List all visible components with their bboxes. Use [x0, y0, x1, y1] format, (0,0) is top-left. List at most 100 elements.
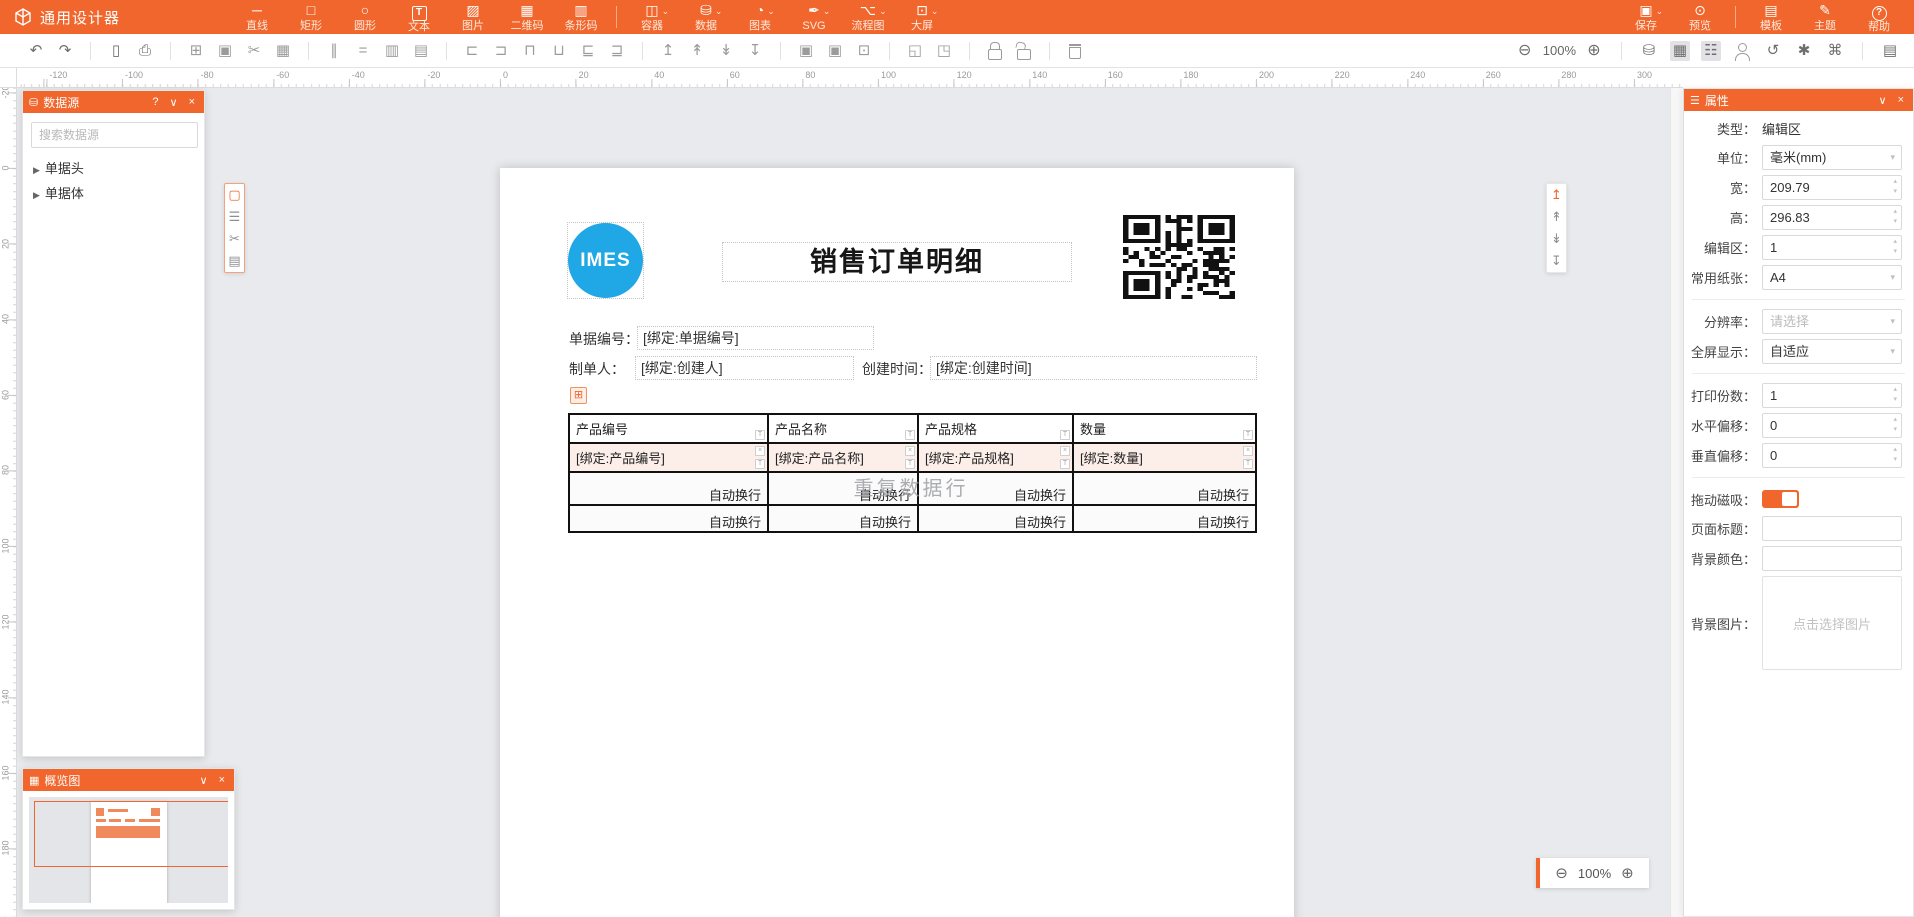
stepper-icons[interactable]: ▴▾: [1893, 445, 1897, 465]
align-bottom-icon[interactable]: ⊔: [549, 41, 569, 61]
datasource-search-input[interactable]: [31, 122, 198, 148]
tool-preview[interactable]: ⊙预览: [1673, 0, 1727, 34]
table-cell[interactable]: 自动换行: [768, 505, 918, 532]
undo-icon[interactable]: ↶: [26, 41, 46, 61]
print-icon[interactable]: ⎙: [135, 41, 155, 61]
datasource-item-1[interactable]: ▶单据头: [33, 157, 194, 182]
table-cell[interactable]: [绑定:产品名称]×T: [768, 443, 918, 472]
table-cell[interactable]: [绑定:数量]×T: [1073, 443, 1256, 472]
distribute-vertical-icon[interactable]: =: [353, 41, 373, 61]
table-cell[interactable]: 产品规格T: [918, 414, 1073, 443]
tool-flowchart[interactable]: ⌥⌄流程图: [841, 0, 895, 34]
table-cell[interactable]: 产品编号T: [569, 414, 768, 443]
table-cell[interactable]: 自动换行: [569, 505, 768, 532]
text-badge[interactable]: T: [1060, 459, 1070, 469]
move-down-icon[interactable]: ↡: [716, 41, 736, 61]
cut-icon[interactable]: ✂: [244, 41, 264, 61]
table-cell[interactable]: 自动换行: [918, 505, 1073, 532]
move-up-icon[interactable]: ↟: [687, 41, 707, 61]
page-up-icon[interactable]: ↟: [1551, 209, 1562, 225]
overlay-icon[interactable]: ⊡: [854, 41, 874, 61]
paste-icon[interactable]: ▦: [273, 41, 293, 61]
tree-caret-icon[interactable]: ▶: [33, 190, 40, 200]
unlock-icon[interactable]: [1014, 41, 1034, 61]
tool-template[interactable]: ▤模板: [1744, 0, 1798, 34]
tool-chart[interactable]: ◔⌄图表: [733, 0, 787, 34]
equal-width-icon[interactable]: ▥: [382, 41, 402, 61]
bring-to-front-icon[interactable]: ↥: [658, 41, 678, 61]
align-left-icon[interactable]: ⊏: [462, 41, 482, 61]
scroll-top-icon[interactable]: ↥: [1551, 187, 1562, 203]
text-badge[interactable]: T: [905, 459, 915, 469]
delete-badge[interactable]: ×: [1243, 446, 1253, 456]
field-bind-create-time[interactable]: [绑定:创建时间]: [930, 356, 1257, 380]
delete-badge[interactable]: ×: [755, 446, 765, 456]
tool-circle[interactable]: ○圆形: [338, 0, 392, 34]
delete-badge[interactable]: ×: [905, 446, 915, 456]
tool-qrcode[interactable]: ▦二维码: [500, 0, 554, 34]
zoom-out-icon[interactable]: ⊖: [1555, 864, 1568, 882]
collapse-icon[interactable]: ∨: [167, 96, 181, 109]
collapse-icon[interactable]: ∨: [197, 774, 211, 787]
user-icon[interactable]: [1732, 41, 1752, 61]
prop-select-fullscreen[interactable]: 自适应▾: [1762, 339, 1902, 364]
align-right-icon[interactable]: ⊐: [491, 41, 511, 61]
lock-icon[interactable]: [985, 41, 1005, 61]
tree-caret-icon[interactable]: ▶: [33, 165, 40, 175]
text-badge[interactable]: T: [1243, 430, 1253, 440]
datasource-item-2[interactable]: ▶单据体: [33, 182, 194, 207]
zoom-in-icon[interactable]: ⊕: [1584, 41, 1604, 61]
close-icon[interactable]: ×: [186, 96, 198, 108]
align-middle-icon[interactable]: ⊒: [607, 41, 627, 61]
table-cell[interactable]: 数量T: [1073, 414, 1256, 443]
text-badge[interactable]: T: [1060, 430, 1070, 440]
cut-icon[interactable]: ✂: [229, 231, 240, 247]
send-to-back-icon[interactable]: ↧: [745, 41, 765, 61]
prop-select-resolution[interactable]: 请选择▾: [1762, 309, 1902, 334]
prop-select-paper[interactable]: A4▾: [1762, 265, 1902, 290]
tool-save[interactable]: ▣⌄保存: [1619, 0, 1673, 34]
table-handle-icon[interactable]: ⊞: [570, 387, 587, 404]
copy-style-icon[interactable]: ▣: [796, 41, 816, 61]
distribute-horizontal-icon[interactable]: ∥: [324, 41, 344, 61]
zoom-in-icon[interactable]: ⊕: [1621, 864, 1634, 882]
tool-theme[interactable]: ✎主题: [1798, 0, 1852, 34]
edit-icon[interactable]: ▢: [228, 187, 240, 203]
outline-view-icon[interactable]: ☷: [1701, 41, 1721, 61]
prop-number-offset-x[interactable]: 0▴▾: [1762, 413, 1902, 438]
clone-icon[interactable]: ⊞: [186, 41, 206, 61]
catalog-icon[interactable]: ▤: [1880, 41, 1900, 61]
qr-code[interactable]: [1123, 215, 1235, 299]
paste-icon[interactable]: ▤: [228, 253, 240, 269]
new-file-icon[interactable]: ▯: [106, 41, 126, 61]
tool-help[interactable]: ?帮助: [1852, 0, 1906, 34]
prop-number-height[interactable]: 296.83▴▾: [1762, 205, 1902, 230]
stepper-icons[interactable]: ▴▾: [1893, 177, 1897, 197]
prop-toggle-snap[interactable]: [1762, 490, 1799, 508]
overview-thumbnail[interactable]: [29, 797, 228, 903]
table-cell[interactable]: 产品名称T: [768, 414, 918, 443]
tool-svg[interactable]: ✒⌄SVG: [787, 0, 841, 34]
tool-barcode[interactable]: ▥条形码: [554, 0, 608, 34]
grid-view-icon[interactable]: ▦: [1670, 41, 1690, 61]
canvas[interactable]: IMES 销售订单明细 单据编号： [绑定:单据编号] 制单人： [绑定:创建人…: [17, 88, 1683, 917]
stepper-icons[interactable]: ▴▾: [1893, 237, 1897, 257]
text-badge[interactable]: T: [755, 459, 765, 469]
stepper-icons[interactable]: ▴▾: [1893, 385, 1897, 405]
text-badge[interactable]: T: [905, 430, 915, 440]
text-badge[interactable]: T: [1243, 459, 1253, 469]
copy-icon[interactable]: ▣: [215, 41, 235, 61]
prop-imagebox-bg-image[interactable]: 点击选择图片: [1762, 576, 1902, 670]
paste-style-icon[interactable]: ▣: [825, 41, 845, 61]
tool-image[interactable]: ▨图片: [446, 0, 500, 34]
tool-text[interactable]: T文本: [392, 0, 446, 34]
tool-line[interactable]: ─直线: [230, 0, 284, 34]
prop-number-copies[interactable]: 1▴▾: [1762, 383, 1902, 408]
design-page[interactable]: IMES 销售订单明细 单据编号： [绑定:单据编号] 制单人： [绑定:创建人…: [500, 168, 1294, 917]
table-cell[interactable]: 自动换行: [1073, 472, 1256, 505]
prop-input-bg-color[interactable]: [1762, 546, 1902, 571]
help-icon[interactable]: ?: [149, 96, 161, 108]
report-title[interactable]: 销售订单明细: [722, 242, 1072, 282]
delete-icon[interactable]: [1065, 41, 1085, 61]
close-icon[interactable]: ×: [1895, 94, 1907, 106]
